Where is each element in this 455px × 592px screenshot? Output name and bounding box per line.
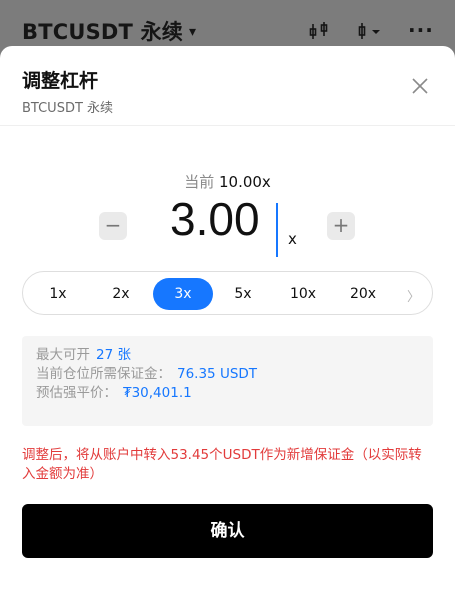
increase-button[interactable]: + <box>327 212 355 240</box>
max-open-row: 最大可开 27 张 <box>36 346 419 365</box>
close-icon[interactable] <box>408 74 432 98</box>
required-margin-label: 当前仓位所需保证金： <box>36 366 171 382</box>
liquidation-price-label: 预估强平价： <box>36 385 117 401</box>
current-leverage-label: 当前 <box>184 173 215 191</box>
max-open-value: 27 张 <box>96 347 131 363</box>
required-margin-value: 76.35 USDT <box>177 366 258 382</box>
preset-10x[interactable]: 10x <box>273 278 333 310</box>
margin-info: 最大可开 27 张 当前仓位所需保证金： 76.35 USDT 预估强平价： ₮30,… <box>22 336 433 426</box>
symbol-title: BTCUSDT 永续 <box>22 20 183 44</box>
candlestick-icon[interactable] <box>308 22 330 40</box>
preset-20x[interactable]: 20x <box>333 278 393 310</box>
symbol-selector[interactable]: BTCUSDT 永续 ▾ <box>22 16 196 46</box>
preset-3x[interactable]: 3x <box>153 278 213 310</box>
preset-1x[interactable]: 1x <box>28 278 88 310</box>
leverage-input[interactable]: 3.00 <box>170 196 260 242</box>
current-leverage-value: 10.00x <box>218 173 271 191</box>
max-open-label: 最大可开 <box>36 347 90 363</box>
chevron-right-icon[interactable]: 〉 <box>407 286 420 305</box>
margin-transfer-notice: 调整后，将从账户中转入53.45个USDT作为新增保证金（以实际转入金额为准） <box>22 447 422 482</box>
liquidation-price-row: 预估强平价： ₮30,401.1 <box>36 384 419 403</box>
decrease-button[interactable]: − <box>99 212 127 240</box>
text-cursor <box>276 203 278 257</box>
preset-2x[interactable]: 2x <box>91 278 151 310</box>
chevron-down-icon: ▾ <box>189 24 197 40</box>
current-leverage: 当前 10.00x <box>0 171 455 192</box>
sheet-header: 调整杠杆 BTCUSDT 永续 <box>0 46 455 126</box>
more-icon[interactable]: ··· <box>408 18 434 42</box>
sheet-subtitle: BTCUSDT 永续 <box>22 101 114 116</box>
confirm-button[interactable]: 确认 <box>22 504 433 558</box>
leverage-presets: 1x 2x 3x 5x 10x 20x 〉 <box>22 271 433 315</box>
leverage-sheet: 调整杠杆 BTCUSDT 永续 当前 10.00x − 3.00 x + 1x … <box>0 46 455 592</box>
liquidation-price-value: ₮30,401.1 <box>123 385 192 401</box>
chart-type-icon[interactable] <box>357 22 383 40</box>
preset-5x[interactable]: 5x <box>213 278 273 310</box>
leverage-unit: x <box>288 230 297 248</box>
sheet-title: 调整杠杆 <box>22 70 99 92</box>
required-margin-row: 当前仓位所需保证金： 76.35 USDT <box>36 365 419 384</box>
